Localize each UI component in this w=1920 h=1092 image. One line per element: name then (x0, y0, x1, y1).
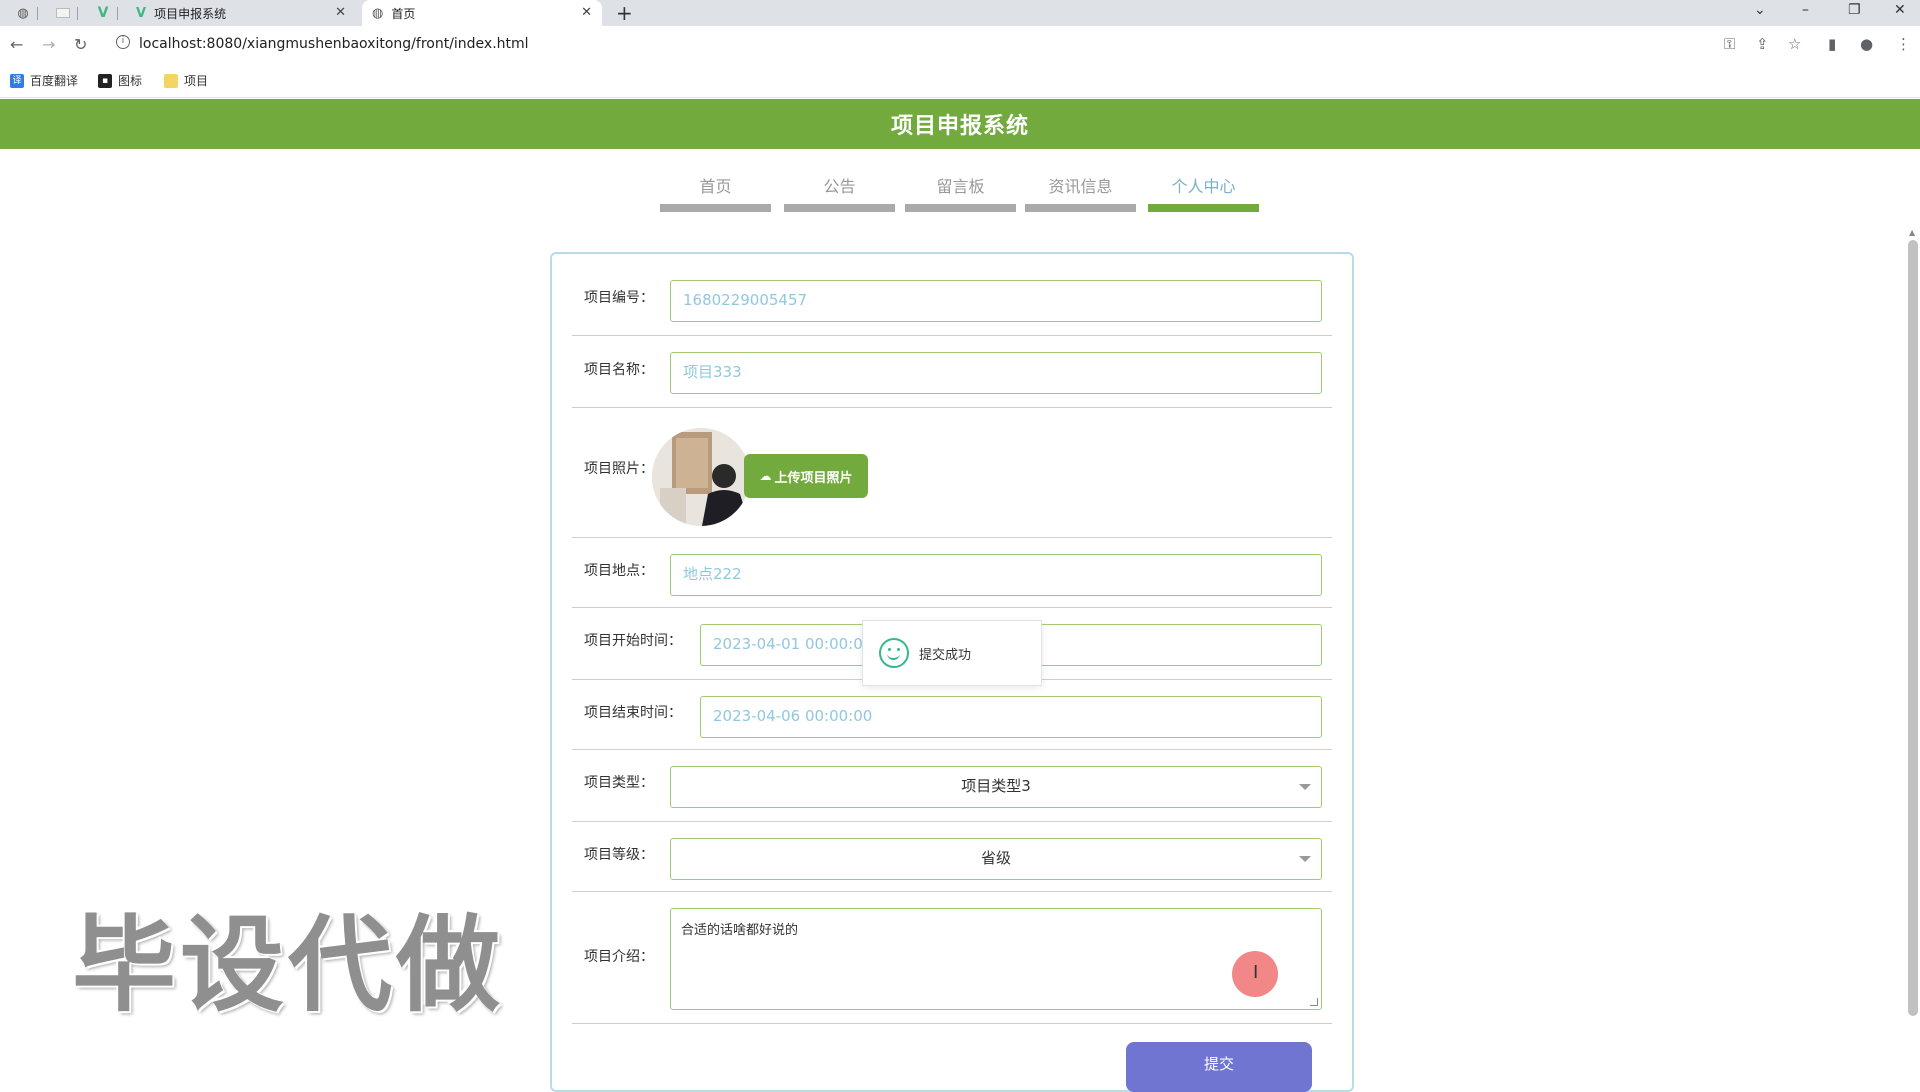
share-icon[interactable]: ⇪ (1756, 35, 1769, 53)
form-row-project-location: 项目地点： 地点222 (572, 538, 1332, 608)
browser-tab-strip: ◍ V V 项目申报系统 ✕ ◍ 首页 ✕ + ⌄ – ❐ ✕ (0, 0, 1920, 26)
image-icon: ▪ (98, 73, 112, 88)
text-cursor-icon: I (1253, 962, 1259, 983)
form-row-project-no: 项目编号： 1680229005457 (572, 280, 1332, 336)
new-tab-button[interactable]: + (616, 1, 633, 25)
project-type-select[interactable]: 项目类型3 (670, 766, 1322, 808)
forward-arrow-icon[interactable]: → (42, 35, 55, 54)
field-label: 项目编号： (584, 290, 654, 306)
scroll-up-icon[interactable]: ▲ (1909, 228, 1915, 237)
form-row-project-level: 项目等级： 省级 (572, 822, 1332, 892)
chevron-down-icon (1299, 856, 1311, 862)
globe-icon: ◍ (17, 5, 29, 21)
globe-icon: ◍ (372, 5, 384, 21)
main-nav: 首页 公告 留言板 资讯信息 个人中心 (660, 170, 1260, 214)
textarea-value: 合适的话啥都好说的 (681, 923, 799, 938)
nav-label: 公告 (823, 177, 856, 196)
form-row-project-intro: 项目介绍： 合适的话啥都好说的 (572, 892, 1332, 1024)
vue-logo-icon: V (136, 5, 147, 21)
pinned-tab-blank[interactable] (48, 0, 78, 26)
more-menu-icon[interactable]: ⋮ (1896, 35, 1911, 53)
project-name-input[interactable]: 项目333 (670, 352, 1322, 394)
field-label: 项目地点： (584, 563, 654, 579)
bookmark-label: 图标 (118, 74, 143, 88)
chevron-down-icon (1299, 784, 1311, 790)
field-label: 项目等级： (584, 847, 654, 863)
toast-message: 提交成功 (919, 647, 972, 663)
scrollbar-thumb[interactable] (1908, 240, 1918, 1016)
nav-label: 个人中心 (1171, 177, 1236, 196)
select-value: 项目类型3 (961, 777, 1031, 795)
browser-toolbar: ← → ↻ i localhost:8080/xiangmushenbaoxit… (0, 26, 1920, 62)
project-intro-textarea[interactable]: 合适的话啥都好说的 (670, 908, 1322, 1010)
bookmark-label: 百度翻译 (30, 74, 79, 88)
project-photo-thumbnail (652, 428, 750, 526)
form-row-project-name: 项目名称： 项目333 (572, 350, 1332, 408)
tab-label: 首页 (391, 6, 416, 21)
project-no-input[interactable]: 1680229005457 (670, 280, 1322, 322)
cloud-upload-icon: ☁ (759, 469, 772, 483)
watermark-text: 毕设代做 (72, 904, 505, 1026)
nav-item-message-board[interactable]: 留言板 (905, 170, 1016, 214)
key-icon[interactable]: ⚿ (1724, 35, 1735, 53)
tab-label: 项目申报系统 (154, 6, 227, 21)
close-tab-icon[interactable]: ✕ (335, 5, 346, 20)
vue-logo-icon: V (97, 5, 109, 21)
field-label: 项目名称： (584, 362, 654, 378)
photo-image (652, 428, 750, 526)
page-scrollbar[interactable]: ▲ (1906, 228, 1920, 1072)
bookmark-baidu-translate[interactable]: 译 百度翻译 (10, 72, 78, 89)
address-bar[interactable]: localhost:8080/xiangmushenbaoxitong/fron… (139, 36, 529, 52)
bookmark-project-folder[interactable]: 项目 (164, 72, 208, 89)
field-label: 项目开始时间： (584, 633, 682, 649)
minimize-icon[interactable]: – (1802, 2, 1809, 18)
field-label: 项目结束时间： (584, 705, 682, 721)
tab-project-system[interactable]: V 项目申报系统 ✕ (126, 0, 356, 26)
success-toast: 提交成功 (862, 620, 1042, 686)
nav-item-home[interactable]: 首页 (660, 170, 771, 214)
project-location-input[interactable]: 地点222 (670, 554, 1322, 596)
upload-label: 上传项目照片 (774, 470, 853, 486)
restore-icon[interactable]: ❐ (1848, 2, 1861, 18)
side-panel-icon[interactable]: ▮ (1828, 35, 1836, 53)
close-window-icon[interactable]: ✕ (1894, 2, 1906, 18)
site-header: 项目申报系统 (0, 99, 1920, 149)
pinned-tab-vue[interactable]: V (88, 0, 118, 26)
bookmark-label: 项目 (184, 74, 209, 88)
bookmark-star-icon[interactable]: ☆ (1788, 35, 1801, 53)
site-info-icon[interactable]: i (116, 35, 130, 49)
resize-handle-icon[interactable] (1310, 998, 1318, 1006)
end-time-input[interactable]: 2023-04-06 00:00:00 (700, 696, 1322, 738)
form-row-project-type: 项目类型： 项目类型3 (572, 750, 1332, 822)
reload-icon[interactable]: ↻ (74, 35, 87, 54)
blank-page-icon (56, 8, 70, 18)
form-row-end-time: 项目结束时间： 2023-04-06 00:00:00 (572, 680, 1332, 750)
folder-icon (164, 73, 178, 88)
nav-item-news[interactable]: 资讯信息 (1025, 170, 1136, 214)
field-label: 项目类型： (584, 775, 654, 791)
nav-label: 首页 (699, 177, 732, 196)
form-row-project-photo: 项目照片： ☁ 上传项目照片 (572, 408, 1332, 538)
tab-home[interactable]: ◍ 首页 ✕ (362, 0, 602, 26)
nav-label: 留言板 (936, 177, 985, 196)
project-level-select[interactable]: 省级 (670, 838, 1322, 880)
field-label: 项目照片： (584, 461, 654, 477)
tab-search-icon[interactable]: ⌄ (1754, 2, 1766, 18)
close-tab-icon[interactable]: ✕ (581, 5, 592, 20)
nav-item-notice[interactable]: 公告 (784, 170, 895, 214)
nav-label: 资讯信息 (1048, 177, 1113, 196)
bookmark-icons[interactable]: ▪ 图标 (98, 72, 142, 89)
translate-icon: 译 (10, 73, 24, 88)
submit-button[interactable]: 提交 (1126, 1042, 1312, 1092)
bookmarks-bar: 译 百度翻译 ▪ 图标 项目 (0, 62, 1920, 98)
select-value: 省级 (980, 849, 1011, 867)
nav-item-personal-center[interactable]: 个人中心 (1148, 170, 1259, 214)
upload-photo-button[interactable]: ☁ 上传项目照片 (744, 454, 868, 498)
profile-avatar-icon[interactable]: ● (1860, 35, 1873, 53)
site-title: 项目申报系统 (890, 114, 1029, 139)
field-label: 项目介绍： (584, 949, 654, 965)
back-arrow-icon[interactable]: ← (10, 35, 23, 54)
smile-icon (879, 638, 909, 668)
pinned-tab-globe[interactable]: ◍ (8, 0, 38, 26)
